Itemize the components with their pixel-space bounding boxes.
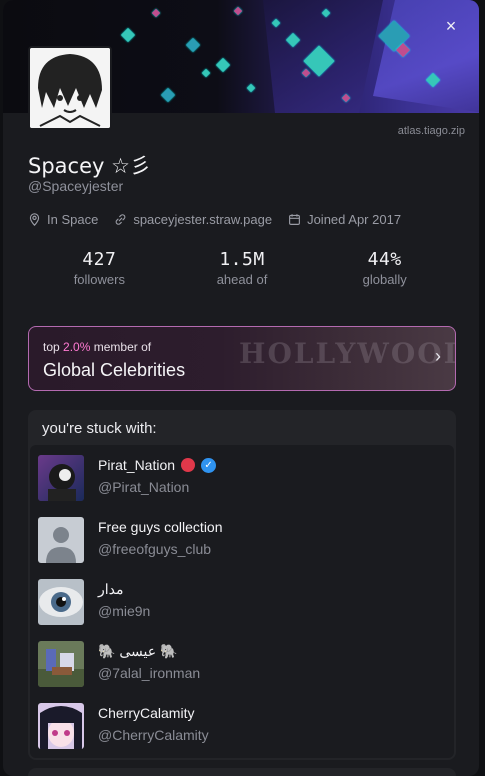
banner-gem <box>246 83 256 93</box>
link-icon <box>116 214 126 225</box>
account-name: Pirat_Nation ✓ <box>98 457 217 473</box>
profile-avatar <box>28 46 112 130</box>
stat-value: 1.5M <box>219 249 265 270</box>
rank-suffix: member of <box>93 340 152 354</box>
avatar <box>38 641 84 687</box>
red-circle-icon <box>181 458 196 472</box>
stat-label: followers <box>73 272 125 287</box>
rank-percent: 2.0% <box>63 340 91 354</box>
avatar <box>38 703 84 749</box>
avatar <box>38 517 84 563</box>
banner-gem <box>120 27 136 43</box>
account-handle: @CherryCalamity <box>98 727 209 743</box>
list-item[interactable]: CherryCalamity @CherryCalamity <box>38 703 438 753</box>
eye-avatar-image <box>38 579 84 625</box>
banner-gem <box>185 37 201 53</box>
account-name: Free guys collection <box>98 519 223 535</box>
stat-label: ahead of <box>216 272 268 287</box>
stats-row: 427 followers 1.5M ahead of 44% globally <box>28 249 456 287</box>
banner-shape <box>373 0 479 113</box>
stat-value: 427 <box>82 249 117 270</box>
website-link[interactable]: spaceyjester.straw.page <box>133 212 272 227</box>
list-item[interactable]: مدار @mie9n <box>38 579 438 629</box>
stuck-with-header: you're stuck with: <box>42 420 157 437</box>
rank-prefix: top <box>43 340 60 354</box>
stat-label: globally <box>362 272 407 287</box>
watermark: atlas.tiago.zip <box>397 125 465 137</box>
stat-ahead-of: 1.5M ahead of <box>171 249 314 287</box>
list-item[interactable]: 🐘 عيسى 🐘 @7alal_ironman <box>38 641 438 691</box>
avatar <box>38 579 84 625</box>
profile-meta: In Space spaceyjester.straw.page Joined … <box>28 212 401 227</box>
default-avatar-icon <box>38 517 84 563</box>
account-handle: @freeofguys_club <box>98 541 212 557</box>
stat-value: 44% <box>367 249 402 270</box>
account-handle: @7alal_ironman <box>98 665 201 681</box>
avatar <box>38 455 84 501</box>
membership-group-name: Global Celebrities <box>43 360 186 380</box>
next-section-edge <box>28 768 456 776</box>
list-item[interactable]: Free guys collection @freeofguys_club <box>38 517 438 567</box>
account-handle: @mie9n <box>98 603 151 619</box>
location-pin-icon <box>29 213 40 226</box>
profile-handle: @Spaceyjester <box>28 178 124 194</box>
banner-gem <box>233 6 243 16</box>
verified-badge-icon: ✓ <box>201 457 217 473</box>
banner-gem <box>215 57 231 73</box>
membership-card[interactable]: HOLLYWOOD top 2.0% member of Global Cele… <box>28 326 456 391</box>
list-item[interactable]: Pirat_Nation ✓ @Pirat_Nation <box>38 455 438 505</box>
location-text: In Space <box>47 212 99 227</box>
avatar-image <box>38 641 84 687</box>
account-name: مدار <box>98 581 124 597</box>
membership-bg-image-text: HOLLYWOOD <box>239 337 456 370</box>
stuck-with-list: Pirat_Nation ✓ @Pirat_Nation Free guys c… <box>30 445 454 758</box>
banner-gem <box>201 68 211 78</box>
banner-gem <box>151 8 161 18</box>
location-item: In Space <box>28 212 98 227</box>
joined-item: Joined Apr 2017 <box>288 212 401 227</box>
close-icon[interactable]: × <box>439 14 463 38</box>
anime-avatar-image <box>38 703 84 749</box>
stuck-with-panel: you're stuck with: Pirat_Nation ✓ @Pirat… <box>28 410 456 760</box>
profile-card: × atlas.tiago.zip Spacey ☆彡 @Spaceyjeste… <box>3 0 479 776</box>
joined-text: Joined Apr 2017 <box>307 212 402 227</box>
avatar-drawing <box>30 48 110 128</box>
calendar-icon <box>289 214 301 225</box>
avatar-image <box>38 455 84 501</box>
stat-followers: 427 followers <box>28 249 171 287</box>
membership-rank: top 2.0% member of <box>43 340 151 354</box>
account-handle: @Pirat_Nation <box>98 479 190 495</box>
account-name: 🐘 عيسى 🐘 <box>98 643 178 659</box>
account-name-text: Pirat_Nation <box>98 457 176 473</box>
account-name: CherryCalamity <box>98 705 195 721</box>
profile-name: Spacey ☆彡 <box>28 154 151 178</box>
website-item[interactable]: spaceyjester.straw.page <box>114 212 272 227</box>
banner-gem <box>160 87 176 103</box>
stat-globally: 44% globally <box>313 249 456 287</box>
chevron-right-icon: › <box>435 346 441 366</box>
